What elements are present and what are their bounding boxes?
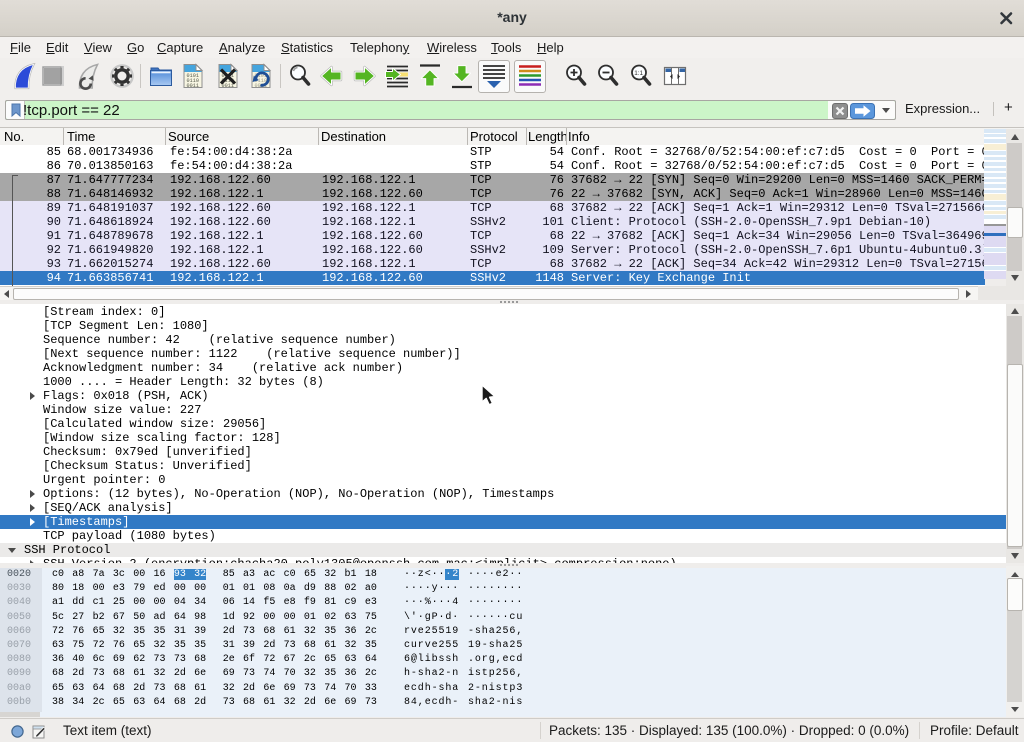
svg-text:0011: 0011 — [187, 83, 199, 89]
svg-text:1:1: 1:1 — [634, 70, 643, 77]
svg-text:0011: 0011 — [222, 83, 234, 89]
